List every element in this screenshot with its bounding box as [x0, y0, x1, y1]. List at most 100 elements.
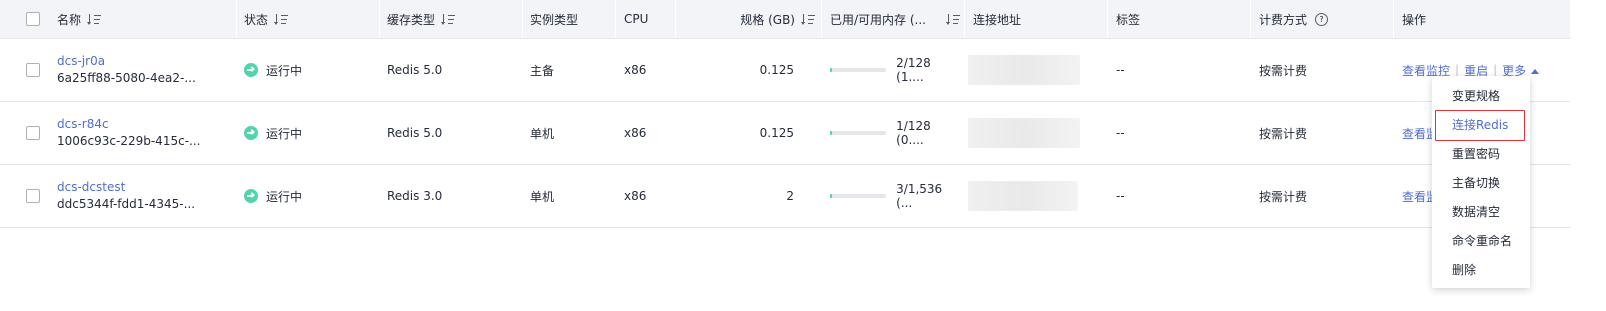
instance-id: 1006c93c-229b-415c-... [57, 134, 201, 148]
address-redacted [968, 118, 1080, 148]
address-cell [968, 39, 1088, 101]
cpu-arch: x86 [624, 63, 647, 77]
instance-id: 6a25ff88-5080-4ea2-... [57, 71, 196, 85]
col-cache-type-label: 缓存类型 [387, 12, 436, 27]
status-cell: 运行中 [244, 165, 374, 227]
help-circle-icon[interactable]: ? [1315, 12, 1329, 26]
instance-type: 单机 [530, 189, 555, 204]
col-tags-label: 标签 [1116, 12, 1141, 27]
select-all-checkbox[interactable] [26, 12, 40, 26]
status-text: 运行中 [266, 126, 303, 141]
instance-type: 主备 [530, 63, 555, 78]
menu-item-delete[interactable]: 删除 [1432, 255, 1530, 284]
spec-value: 0.125 [759, 126, 794, 140]
cache-type: Redis 5.0 [387, 63, 443, 77]
cache-type: Redis 3.0 [387, 189, 443, 203]
memory-usage-bar [830, 194, 887, 198]
status-cell: 运行中 [244, 39, 374, 101]
col-instance-type-label: 实例类型 [530, 12, 579, 27]
col-address-label: 连接地址 [973, 12, 1022, 27]
status-text: 运行中 [266, 63, 303, 78]
memory-usage-fill [830, 131, 832, 135]
address-cell [968, 102, 1088, 164]
instance-name-cell: dcs-jr0a 6a25ff88-5080-4ea2-... [57, 39, 232, 101]
row-checkbox[interactable] [26, 63, 40, 77]
menu-item-reset-password[interactable]: 重置密码 [1432, 139, 1530, 168]
instance-id: ddc5344f-fdd1-4345-... [57, 197, 196, 211]
instance-name-link[interactable]: dcs-dcstest [57, 179, 125, 196]
billing-value: 按需计费 [1259, 189, 1308, 204]
tags-value: -- [1116, 126, 1125, 140]
more-dropdown-menu: 变更规格 连接Redis 重置密码 主备切换 数据清空 命令重命名 删除 [1432, 76, 1530, 288]
menu-item-master-standby-switch[interactable]: 主备切换 [1432, 168, 1530, 197]
instance-name-link[interactable]: dcs-r84c [57, 116, 109, 133]
col-actions: 操作 [1402, 0, 1542, 38]
memory-cell: 2/128 (1.... [830, 39, 960, 101]
col-status-label: 状态 [244, 12, 269, 27]
running-status-icon [244, 63, 258, 77]
instance-name-link[interactable]: dcs-jr0a [57, 53, 105, 70]
instance-table: 名称 状态 缓存类型 实例类型 CPU 规格 (GB) 已用/可用内存 (... [0, 0, 1570, 228]
cpu-arch: x86 [624, 126, 647, 140]
sort-icon[interactable] [274, 13, 289, 25]
billing-value: 按需计费 [1259, 126, 1308, 141]
memory-usage-fill [830, 68, 832, 72]
col-cache-type[interactable]: 缓存类型 [387, 0, 517, 38]
col-billing: 计费方式 ? [1259, 0, 1389, 38]
sort-icon[interactable] [441, 13, 456, 25]
col-billing-label: 计费方式 [1259, 12, 1308, 27]
col-spec[interactable]: 规格 (GB) [680, 0, 816, 38]
tags-value: -- [1116, 189, 1125, 203]
col-status[interactable]: 状态 [244, 0, 384, 38]
instance-name-cell: dcs-r84c 1006c93c-229b-415c-... [57, 102, 232, 164]
memory-usage-bar [830, 68, 887, 72]
col-name[interactable]: 名称 [57, 0, 237, 38]
status-cell: 运行中 [244, 102, 374, 164]
col-address: 连接地址 [973, 0, 1103, 38]
address-redacted [968, 181, 1078, 211]
sort-icon[interactable] [87, 13, 102, 25]
col-actions-label: 操作 [1402, 12, 1427, 27]
instance-name-cell: dcs-dcstest ddc5344f-fdd1-4345-... [57, 165, 232, 227]
col-name-label: 名称 [57, 12, 82, 27]
cpu-arch: x86 [624, 189, 647, 203]
address-cell [968, 165, 1088, 227]
memory-usage-fill [830, 194, 832, 198]
spec-value: 2 [786, 189, 794, 203]
menu-item-change-spec[interactable]: 变更规格 [1432, 81, 1530, 110]
col-instance-type: 实例类型 [530, 0, 620, 38]
row-checkbox[interactable] [26, 126, 40, 140]
tags-value: -- [1116, 63, 1125, 77]
col-memory[interactable]: 已用/可用内存 (... [830, 0, 960, 38]
select-all-checkbox-cell [26, 0, 46, 38]
table-row: dcs-jr0a 6a25ff88-5080-4ea2-... 运行中 Redi… [0, 39, 1570, 102]
col-spec-label: 规格 (GB) [740, 12, 795, 27]
running-status-icon [244, 189, 258, 203]
col-cpu: CPU [624, 0, 674, 38]
billing-value: 按需计费 [1259, 63, 1308, 78]
memory-usage-bar [830, 131, 887, 135]
running-status-icon [244, 126, 258, 140]
address-redacted [968, 55, 1080, 85]
menu-item-connect-redis[interactable]: 连接Redis [1432, 110, 1530, 141]
cache-type: Redis 5.0 [387, 126, 443, 140]
col-cpu-label: CPU [624, 12, 649, 26]
table-row: dcs-dcstest ddc5344f-fdd1-4345-... 运行中 R… [0, 165, 1570, 228]
memory-text: 2/128 (1.... [896, 56, 931, 84]
memory-text: 1/128 (0.... [896, 119, 931, 147]
col-tags: 标签 [1116, 0, 1246, 38]
row-checkbox[interactable] [26, 189, 40, 203]
table-row: dcs-r84c 1006c93c-229b-415c-... 运行中 Redi… [0, 102, 1570, 165]
memory-cell: 3/1,536 (... [830, 165, 960, 227]
col-memory-label: 已用/可用内存 (... [830, 12, 926, 27]
sort-icon[interactable] [801, 13, 816, 25]
status-text: 运行中 [266, 189, 303, 204]
memory-cell: 1/128 (0.... [830, 102, 960, 164]
table-header: 名称 状态 缓存类型 实例类型 CPU 规格 (GB) 已用/可用内存 (... [0, 0, 1570, 39]
spec-value: 0.125 [759, 63, 794, 77]
memory-text: 3/1,536 (... [896, 182, 943, 210]
instance-type: 单机 [530, 126, 555, 141]
menu-item-clear-data[interactable]: 数据清空 [1432, 197, 1530, 226]
sort-icon[interactable] [946, 13, 961, 25]
menu-item-rename-commands[interactable]: 命令重命名 [1432, 226, 1530, 255]
